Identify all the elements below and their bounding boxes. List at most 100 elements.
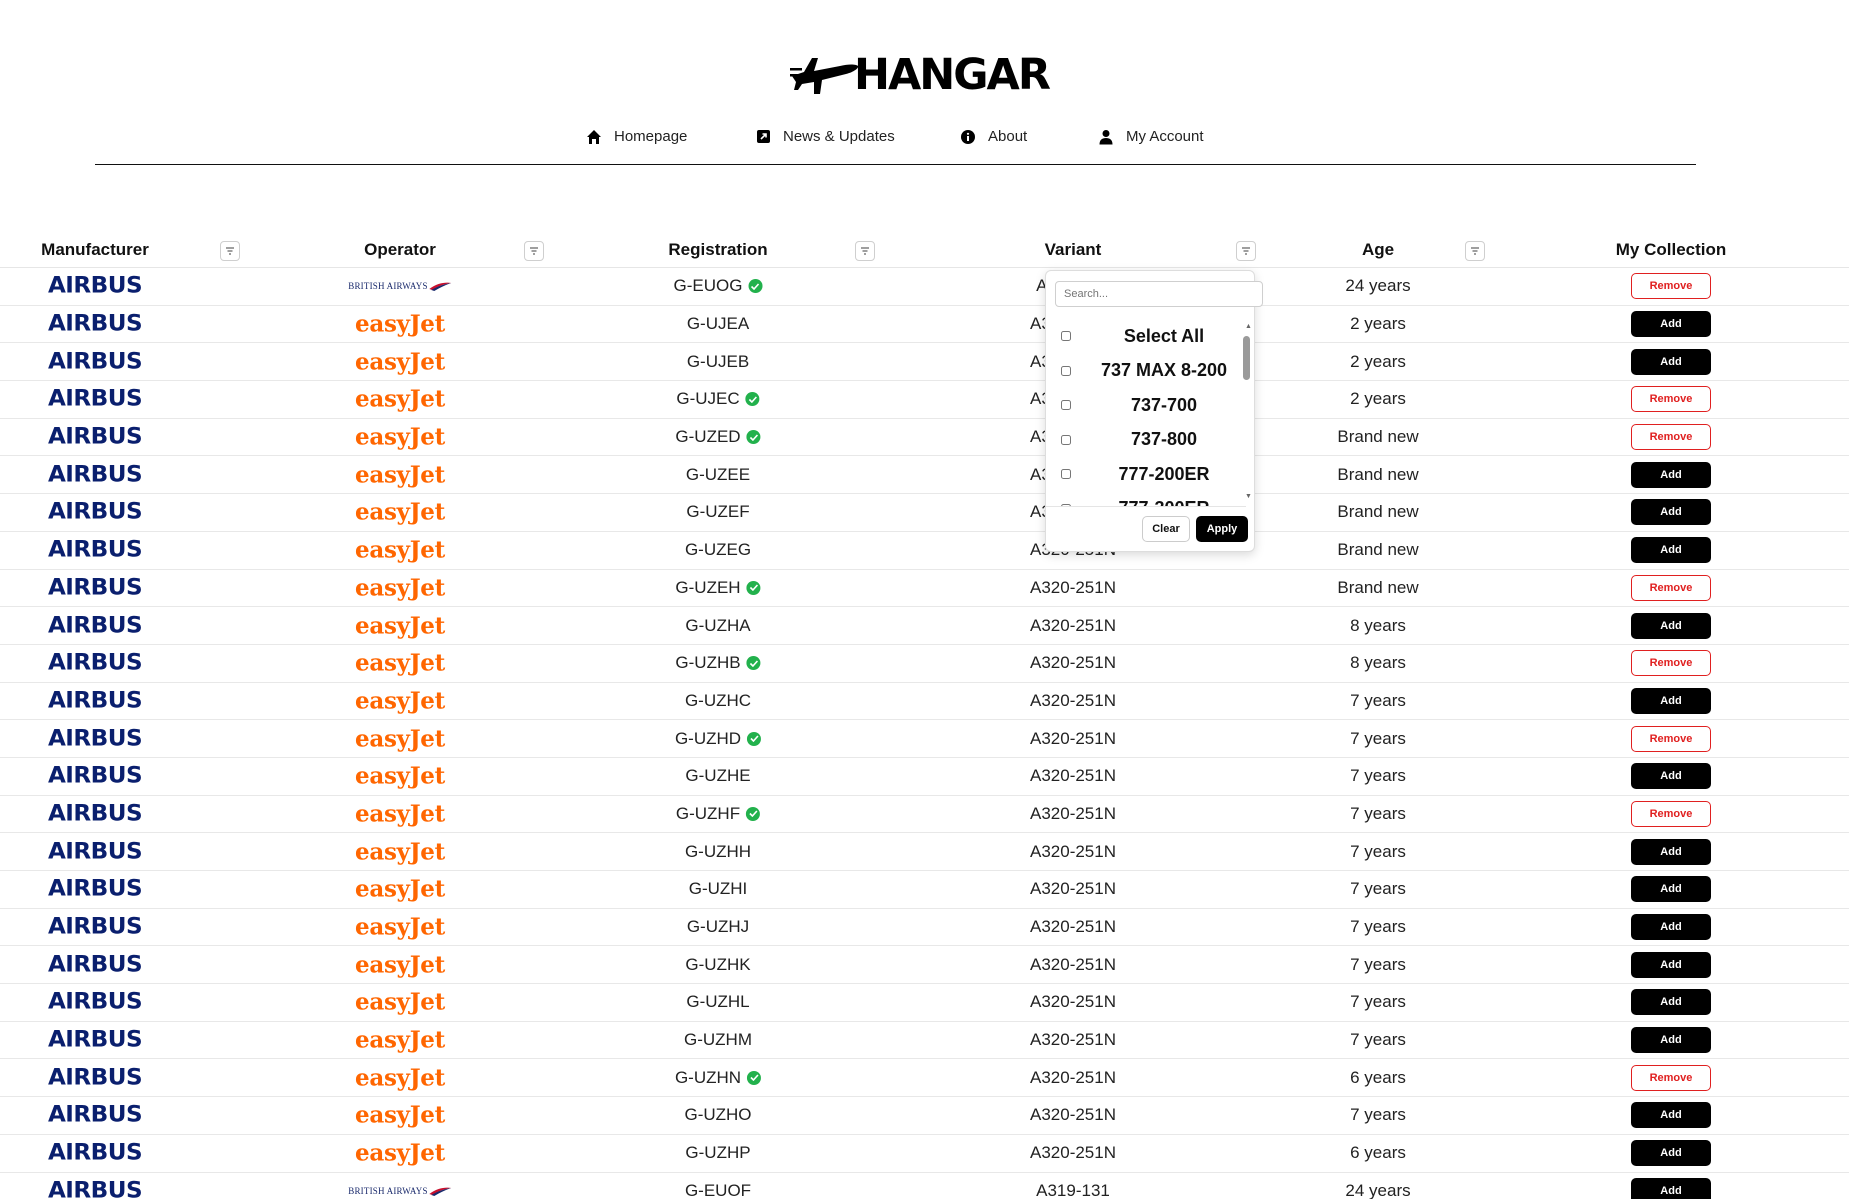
- nav-about-label: About: [988, 128, 1028, 145]
- info-icon: [961, 129, 975, 144]
- table-row: AIRBUS easyJet G-UZHP A320-251N 6 years …: [0, 1135, 1849, 1173]
- add-button[interactable]: Add: [1631, 311, 1711, 338]
- add-button[interactable]: Add: [1631, 876, 1711, 903]
- apply-filter-button[interactable]: Apply: [1196, 516, 1248, 542]
- remove-button[interactable]: Remove: [1631, 650, 1711, 677]
- variant-search-input[interactable]: [1055, 281, 1263, 307]
- remove-button[interactable]: Remove: [1631, 424, 1711, 451]
- external-link-icon: [757, 130, 770, 143]
- clear-filter-button[interactable]: Clear: [1142, 516, 1190, 542]
- add-button[interactable]: Add: [1631, 687, 1711, 714]
- home-icon: [587, 129, 601, 144]
- add-button[interactable]: Add: [1631, 1140, 1711, 1167]
- collection-cell: Remove: [1631, 424, 1711, 451]
- add-button[interactable]: Add: [1631, 499, 1711, 526]
- registration-text: G-UZEG: [684, 540, 752, 560]
- variant-checkbox[interactable]: [1061, 469, 1071, 480]
- collection-cell: Add: [1631, 537, 1711, 564]
- variant-option[interactable]: 777-200ER: [1046, 457, 1246, 492]
- remove-button[interactable]: Remove: [1631, 800, 1711, 827]
- nav-news[interactable]: News & Updates: [756, 128, 895, 145]
- age-cell: 8 years: [1350, 653, 1406, 673]
- age-cell: 7 years: [1350, 1105, 1406, 1125]
- add-button[interactable]: Add: [1631, 1102, 1711, 1129]
- manufacturer-filter-button[interactable]: [220, 241, 240, 261]
- registration-text: G-UZED: [675, 427, 741, 447]
- remove-button[interactable]: Remove: [1631, 574, 1711, 601]
- operator-logo: easyJet: [355, 687, 445, 715]
- variant-checkbox[interactable]: [1061, 434, 1071, 445]
- age-cell: 7 years: [1350, 1030, 1406, 1050]
- variant-options-list[interactable]: Select All 737 MAX 8-200 737-700 737-800…: [1046, 319, 1246, 507]
- scroll-down-arrow-icon[interactable]: ▼: [1245, 493, 1252, 500]
- variant-checkbox[interactable]: [1061, 503, 1071, 506]
- add-button[interactable]: Add: [1631, 348, 1711, 375]
- header-my-collection: My Collection: [1615, 240, 1727, 259]
- scroll-up-arrow-icon[interactable]: ▲: [1245, 323, 1252, 330]
- variant-option[interactable]: 737-800: [1046, 423, 1246, 458]
- nav-homepage[interactable]: Homepage: [586, 128, 687, 145]
- operator-logo: easyJet: [355, 875, 445, 903]
- table-row: AIRBUS easyJet G-UZHI A320-251N 7 years …: [0, 871, 1849, 909]
- remove-button[interactable]: Remove: [1631, 386, 1711, 413]
- operator-logo: easyJet: [355, 385, 445, 413]
- registration-cell: G-UZHO: [684, 1105, 751, 1125]
- operator-logo: easyJet: [355, 838, 445, 866]
- registration-text: G-EUOF: [684, 1180, 752, 1199]
- header-registration: Registration: [668, 240, 768, 259]
- manufacturer-logo: AIRBUS: [47, 726, 143, 752]
- header-variant: Variant: [1044, 240, 1102, 259]
- registration-text: G-UZHF: [675, 803, 741, 823]
- variant-checkbox[interactable]: [1061, 400, 1071, 411]
- age-cell: 24 years: [1345, 1180, 1411, 1199]
- verified-check-icon: [747, 1070, 762, 1085]
- remove-button[interactable]: Remove: [1631, 273, 1711, 300]
- table-row: AIRBUS easyJet G-UZHE A320-251N 7 years …: [0, 758, 1849, 796]
- filter-icon: [1471, 247, 1479, 255]
- add-button[interactable]: Add: [1631, 951, 1711, 978]
- variant-option[interactable]: 737-700: [1046, 388, 1246, 423]
- variant-checkbox[interactable]: [1061, 331, 1071, 342]
- variant-list-scrollbar[interactable]: [1243, 336, 1250, 380]
- age-cell: Brand new: [1337, 502, 1419, 522]
- operator-logo: easyJet: [355, 536, 445, 564]
- add-button[interactable]: Add: [1631, 1027, 1711, 1054]
- variant-option[interactable]: 737 MAX 8-200: [1046, 354, 1246, 389]
- operator-filter-button[interactable]: [524, 241, 544, 261]
- registration-cell: G-UZEF: [686, 502, 749, 522]
- registration-cell: G-UZHI: [689, 879, 748, 899]
- add-button[interactable]: Add: [1631, 537, 1711, 564]
- registration-cell: G-UZEE: [686, 465, 750, 485]
- table-row: AIRBUS BRITISH AIRWAYS G-EUOF A319-131 2…: [0, 1173, 1849, 1199]
- nav-my-account-label: My Account: [1126, 128, 1204, 145]
- age-cell: 7 years: [1350, 690, 1406, 710]
- variant-option[interactable]: 777-300ER: [1046, 492, 1246, 506]
- add-button[interactable]: Add: [1631, 989, 1711, 1016]
- manufacturer-logo: AIRBUS: [47, 952, 143, 978]
- variant-checkbox[interactable]: [1061, 365, 1071, 376]
- operator-logo: easyJet: [355, 913, 445, 941]
- age-filter-button[interactable]: [1465, 241, 1485, 261]
- add-button[interactable]: Add: [1631, 914, 1711, 941]
- add-button[interactable]: Add: [1631, 838, 1711, 865]
- registration-text: G-UZHH: [684, 841, 752, 861]
- table-row: AIRBUS easyJet G-UJEA A320-251N 2 years …: [0, 306, 1849, 344]
- remove-button[interactable]: Remove: [1631, 1064, 1711, 1091]
- registration-filter-button[interactable]: [855, 241, 875, 261]
- variant-filter-button[interactable]: [1236, 241, 1256, 261]
- nav-homepage-label: Homepage: [614, 128, 688, 145]
- variant-cell: A320-251N: [1029, 917, 1117, 937]
- collection-cell: Remove: [1631, 386, 1711, 413]
- hangar-logo[interactable]: HANGAR: [790, 52, 1051, 98]
- variant-option-select-all[interactable]: Select All: [1046, 319, 1246, 354]
- registration-cell: G-UZHP: [685, 1143, 750, 1163]
- remove-button[interactable]: Remove: [1631, 725, 1711, 752]
- add-button[interactable]: Add: [1631, 763, 1711, 790]
- add-button[interactable]: Add: [1631, 461, 1711, 488]
- age-cell: 7 years: [1350, 992, 1406, 1012]
- add-button[interactable]: Add: [1631, 612, 1711, 639]
- nav-about[interactable]: About: [960, 128, 1027, 145]
- variant-cell: A320-251N: [1029, 1143, 1117, 1163]
- nav-my-account[interactable]: My Account: [1098, 128, 1204, 145]
- add-button[interactable]: Add: [1631, 1177, 1711, 1199]
